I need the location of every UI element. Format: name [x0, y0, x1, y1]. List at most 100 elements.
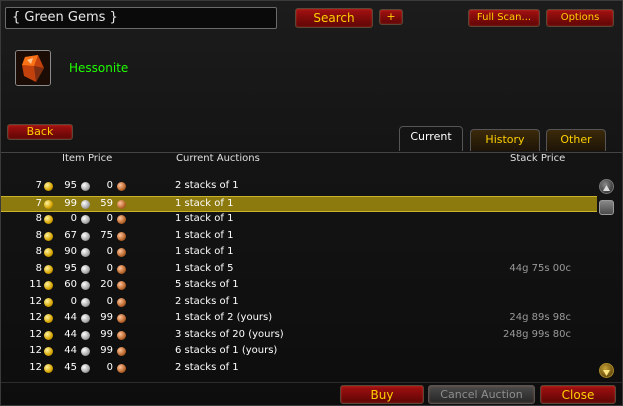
auction-description: 1 stack of 1 [175, 246, 234, 257]
silver-coin-icon [81, 314, 90, 323]
price-silver: 44 [64, 312, 77, 323]
table-row[interactable]: 12 45 0 2 stacks of 1 [1, 361, 597, 377]
scroll-down-button[interactable] [599, 363, 614, 378]
options-button[interactable]: Options [546, 9, 614, 27]
gold-coin-icon [44, 281, 53, 290]
copper-coin-icon [117, 347, 126, 356]
price-silver: 0 [70, 213, 77, 224]
tab-other[interactable]: Other [546, 129, 606, 151]
gold-coin-icon [44, 182, 53, 191]
price-copper: 59 [100, 197, 113, 209]
price-gold: 8 [35, 246, 42, 257]
copper-coin-icon [117, 231, 126, 241]
auction-description: 2 stacks of 1 [175, 361, 239, 373]
price-silver: 0 [70, 295, 77, 307]
price-silver: 44 [64, 328, 77, 340]
close-button[interactable]: Close [540, 385, 616, 404]
table-row[interactable]: 12 44 99 6 stacks of 1 (yours) [1, 344, 597, 360]
auction-description: 1 stack of 5 [175, 262, 234, 274]
price-gold: 8 [35, 213, 42, 224]
column-current-auctions[interactable]: Current Auctions [176, 153, 260, 164]
table-row[interactable]: 12 44 99 1 stack of 2 (yours) 24g 89s 98c [1, 311, 597, 327]
gold-coin-icon [44, 199, 53, 209]
gold-coin-icon [44, 231, 53, 241]
copper-coin-icon [117, 199, 126, 209]
price-gold: 12 [29, 312, 42, 323]
price-silver: 45 [64, 361, 77, 373]
tab-history[interactable]: History [470, 129, 540, 151]
scroll-up-button[interactable] [599, 179, 614, 194]
gold-coin-icon [44, 330, 53, 340]
auction-window: { Green Gems } Search + Full Scan... Opt… [0, 0, 623, 406]
price-copper: 0 [106, 246, 113, 257]
tab-current[interactable]: Current [399, 126, 463, 151]
add-button[interactable]: + [379, 9, 403, 25]
gold-coin-icon [44, 347, 53, 356]
price-copper: 99 [100, 312, 113, 323]
stack-price: 24g 89s 98c [509, 312, 571, 323]
copper-coin-icon [117, 215, 126, 224]
price-copper: 0 [106, 295, 113, 307]
price-gold: 7 [35, 180, 42, 191]
price-copper: 99 [100, 328, 113, 340]
auction-description: 5 stacks of 1 [175, 279, 239, 290]
scrollbar[interactable] [599, 177, 615, 381]
auction-description: 2 stacks of 1 [175, 180, 239, 191]
table-row[interactable]: 8 90 0 1 stack of 1 [1, 245, 597, 261]
price-silver: 90 [64, 246, 77, 257]
auction-description: 2 stacks of 1 [175, 295, 239, 307]
price-gold: 8 [35, 262, 42, 274]
price-gold: 7 [35, 197, 42, 209]
auction-description: 1 stack of 2 (yours) [175, 312, 273, 323]
price-copper: 0 [106, 361, 113, 373]
auction-description: 3 stacks of 20 (yours) [175, 328, 284, 340]
price-silver: 60 [64, 279, 77, 290]
silver-coin-icon [81, 347, 90, 356]
copper-coin-icon [117, 281, 126, 290]
auction-description: 1 stack of 1 [175, 213, 234, 224]
price-copper: 0 [106, 180, 113, 191]
column-item-price[interactable]: Item Price [62, 153, 112, 164]
copper-coin-icon [117, 264, 126, 274]
bottom-divider [1, 382, 622, 383]
column-stack-price[interactable]: Stack Price [510, 153, 565, 164]
item-name[interactable]: Hessonite [69, 61, 128, 75]
price-gold: 12 [29, 328, 42, 340]
gold-coin-icon [44, 314, 53, 323]
table-row[interactable]: 12 44 99 3 stacks of 20 (yours) 248g 99s 80c [1, 328, 597, 344]
search-button[interactable]: Search [295, 8, 373, 28]
silver-coin-icon [81, 281, 90, 290]
copper-coin-icon [117, 182, 126, 191]
price-gold: 8 [35, 229, 42, 241]
price-gold: 12 [29, 295, 42, 307]
table-row[interactable]: 8 0 0 1 stack of 1 [1, 212, 597, 228]
table-row[interactable]: 12 0 0 2 stacks of 1 [1, 295, 597, 311]
silver-coin-icon [81, 248, 90, 257]
cancel-auction-button[interactable]: Cancel Auction [428, 385, 535, 404]
copper-coin-icon [117, 330, 126, 340]
copper-coin-icon [117, 314, 126, 323]
scroll-thumb[interactable] [599, 200, 614, 215]
auction-description: 6 stacks of 1 (yours) [175, 345, 278, 356]
gold-coin-icon [44, 215, 53, 224]
table-row[interactable]: 7 99 59 1 stack of 1 [1, 195, 597, 212]
copper-coin-icon [117, 248, 126, 257]
table-row[interactable]: 11 60 20 5 stacks of 1 [1, 278, 597, 294]
silver-coin-icon [81, 215, 90, 224]
buy-button[interactable]: Buy [340, 385, 424, 404]
table-row[interactable]: 7 95 0 2 stacks of 1 [1, 179, 597, 195]
copper-coin-icon [117, 363, 126, 373]
price-silver: 67 [64, 229, 77, 241]
orange-gem-icon[interactable] [15, 50, 51, 86]
table-row[interactable]: 8 95 0 1 stack of 5 44g 75s 00c [1, 262, 597, 278]
search-input[interactable]: { Green Gems } [5, 7, 277, 29]
price-gold: 12 [29, 361, 42, 373]
table-row[interactable]: 8 67 75 1 stack of 1 [1, 229, 597, 245]
full-scan-button[interactable]: Full Scan... [468, 9, 540, 27]
silver-coin-icon [81, 264, 90, 274]
auction-list: 7 95 0 2 stacks of 1 7 99 59 1 stack of 1 8 0 0 1 s… [1, 177, 597, 381]
price-copper: 75 [100, 229, 113, 241]
price-copper: 99 [100, 345, 113, 356]
back-button[interactable]: Back [7, 124, 73, 140]
price-copper: 0 [106, 262, 113, 274]
